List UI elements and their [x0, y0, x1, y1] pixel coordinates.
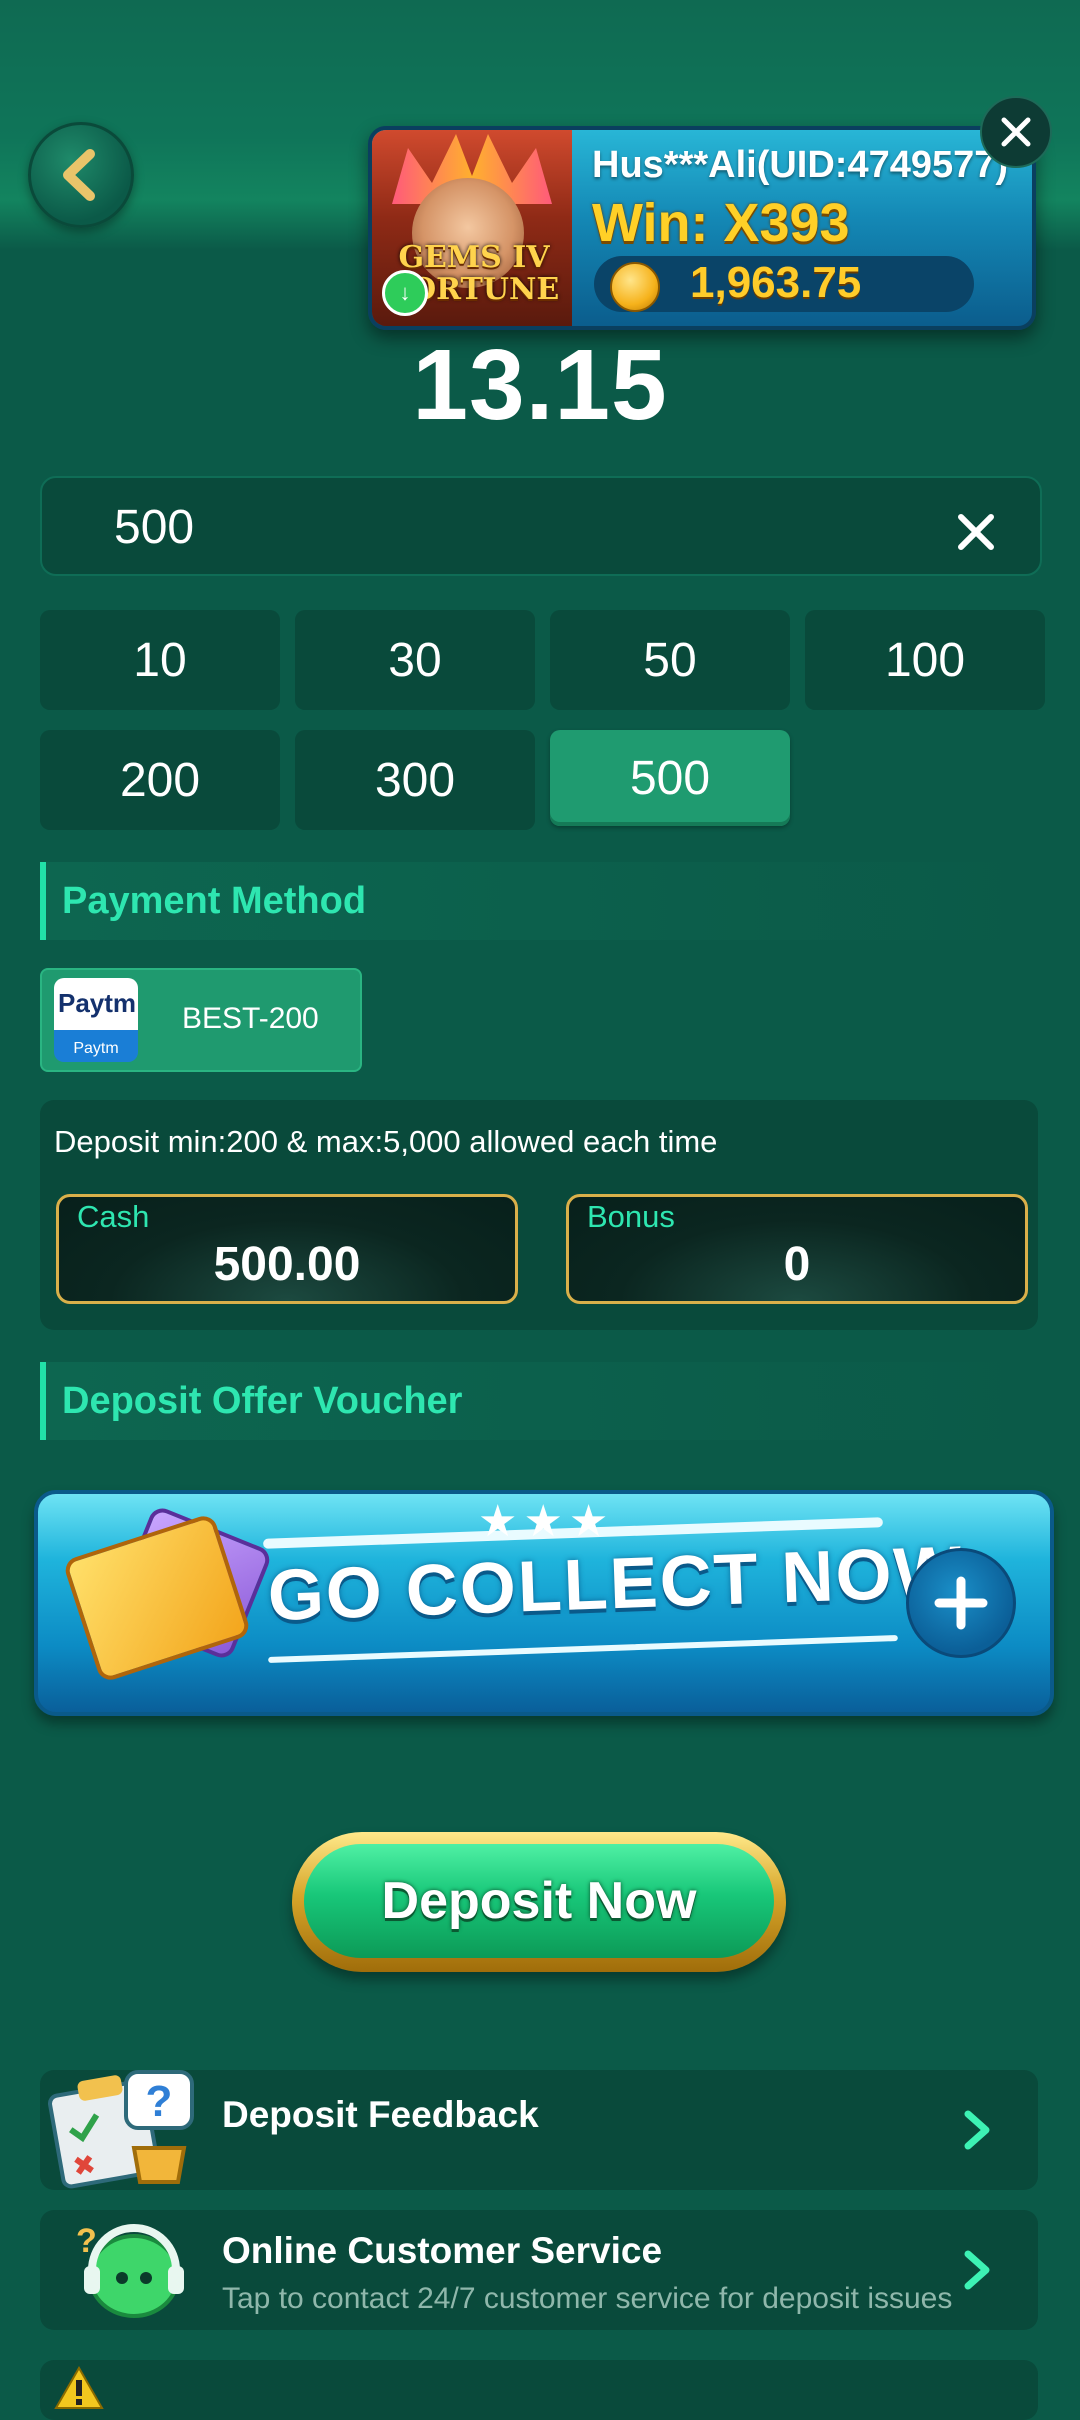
win-amount: 1,963.75	[690, 258, 862, 307]
bonus-label: Bonus	[587, 1199, 675, 1234]
go-collect-banner[interactable]: ★★★ GO COLLECT NOW	[34, 1490, 1054, 1716]
list-item-deposit-feedback[interactable]: ? Deposit Feedback	[40, 2070, 1038, 2190]
game-thumbnail[interactable]: GEMS IV FORTUNE ↓	[372, 130, 572, 326]
amount-input-field[interactable]	[40, 476, 1042, 576]
customer-service-icon: ?	[76, 2222, 184, 2318]
amount-chip-10[interactable]: 10	[40, 610, 280, 710]
bonus-value: 0	[783, 1238, 811, 1291]
voucher-title: Deposit Offer Voucher	[62, 1380, 463, 1422]
customer-service-subtitle: Tap to contact 24/7 customer service for…	[222, 2282, 953, 2315]
go-collect-text: GO COLLECT NOW	[266, 1531, 965, 1637]
chevron-left-icon	[63, 149, 95, 201]
payment-option-paytm[interactable]: Paytm Paytm BEST-200	[40, 968, 362, 1072]
deposit-feedback-title: Deposit Feedback	[222, 2094, 539, 2135]
deposit-now-label: Deposit Now	[381, 1872, 697, 1930]
back-button[interactable]	[28, 122, 134, 228]
balance-amount: 13.15	[412, 329, 668, 441]
add-voucher-button[interactable]	[906, 1548, 1016, 1658]
paytm-logo-caption: Paytm	[73, 1040, 119, 1057]
amount-chip-50[interactable]: 50	[550, 610, 790, 710]
notice-strip	[40, 2360, 1038, 2420]
voucher-header: Deposit Offer Voucher	[40, 1362, 1044, 1440]
amount-chip-100[interactable]: 100	[805, 610, 1045, 710]
win-multiplier: Win: X393	[592, 193, 850, 253]
amount-chip-200[interactable]: 200	[40, 730, 280, 830]
payment-method-header: Payment Method	[40, 862, 1044, 940]
payment-option-label: BEST-200	[182, 1002, 319, 1035]
list-item-customer-service[interactable]: ? Online Customer Service Tap to contact…	[40, 2210, 1038, 2330]
win-toast[interactable]: GEMS IV FORTUNE ↓ Hus***Ali(UID:4749577)…	[368, 126, 1036, 330]
winner-user: Hus***Ali(UID:4749577)	[592, 144, 1009, 186]
stars-icon: ★★★	[478, 1497, 615, 1546]
toast-close-button[interactable]	[980, 96, 1052, 168]
cash-label: Cash	[77, 1199, 150, 1234]
bonus-box: Bonus 0	[566, 1194, 1028, 1304]
amount-chip-30[interactable]: 30	[295, 610, 535, 710]
amount-chip-500[interactable]: 500	[550, 730, 790, 826]
svg-text:?: ?	[146, 2077, 173, 2126]
amount-chip-300[interactable]: 300	[295, 730, 535, 830]
payment-method-title: Payment Method	[62, 880, 367, 922]
chevron-right-icon	[964, 2110, 990, 2150]
feedback-clipboard-icon: ?	[48, 2070, 194, 2189]
coin-icon	[610, 262, 660, 312]
deposit-limits-text: Deposit min:200 & max:5,000 allowed each…	[54, 1124, 718, 1159]
chevron-right-icon	[964, 2250, 990, 2290]
amount-input[interactable]	[112, 496, 916, 558]
clear-amount-button[interactable]	[944, 500, 1008, 564]
close-icon	[1001, 117, 1031, 147]
cash-box: Cash 500.00	[56, 1194, 518, 1304]
deposit-now-button-inner[interactable]: Deposit Now	[304, 1844, 774, 1958]
download-icon: ↓	[382, 270, 428, 316]
cash-value: 500.00	[213, 1238, 361, 1291]
paytm-logo-text: Paytm	[58, 988, 137, 1018]
customer-service-title: Online Customer Service	[222, 2230, 663, 2271]
clear-icon	[958, 514, 994, 550]
deposit-now-button[interactable]: Deposit Now	[292, 1832, 786, 1972]
warning-icon	[54, 2366, 104, 2409]
paytm-logo-icon: Paytm Paytm	[54, 978, 138, 1062]
plus-icon	[934, 1576, 988, 1630]
